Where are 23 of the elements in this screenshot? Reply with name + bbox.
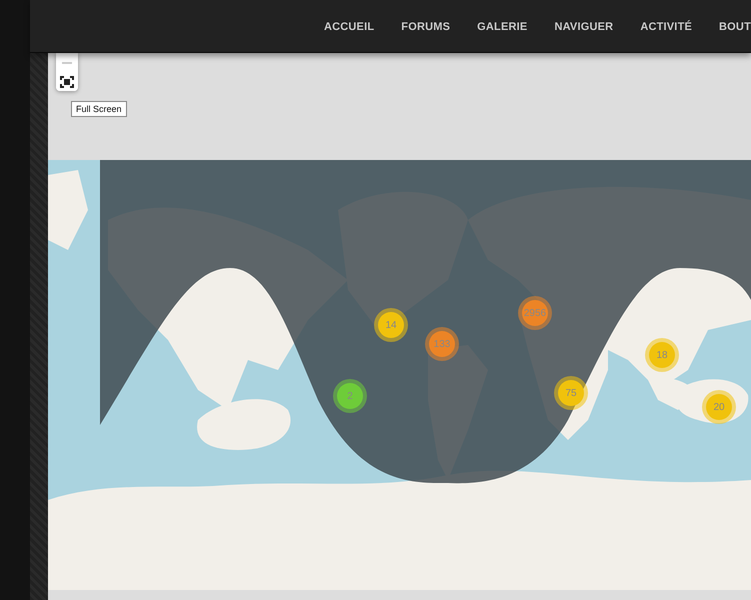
cluster-marker[interactable]: 2956: [518, 296, 552, 330]
nav-link[interactable]: BOUT: [719, 21, 751, 33]
cluster-count: 14: [385, 320, 397, 330]
cluster-marker[interactable]: 14: [374, 308, 408, 342]
cluster-marker[interactable]: 18: [645, 338, 679, 372]
cluster-marker[interactable]: 2: [333, 379, 367, 413]
nav-link[interactable]: GALERIE: [477, 21, 528, 33]
nav-link[interactable]: FORUMS: [401, 21, 450, 33]
cluster-count: 2956: [524, 308, 546, 318]
cluster-count: 75: [565, 388, 577, 398]
nav-link[interactable]: NAVIGUER: [554, 21, 614, 33]
cluster-marker[interactable]: 20: [702, 390, 736, 424]
cluster-marker[interactable]: 75: [554, 376, 588, 410]
nav-link[interactable]: ACCUEIL: [324, 21, 374, 33]
fullscreen-icon: [60, 76, 74, 88]
cluster-count: 133: [434, 338, 450, 350]
tooltip: Full Screen: [71, 101, 127, 117]
cluster-count: 20: [713, 402, 725, 412]
nav-link[interactable]: ACTIVITÉ: [640, 21, 692, 33]
cluster-marker[interactable]: 133: [425, 327, 459, 361]
full-screen-button[interactable]: [56, 72, 78, 91]
cluster-count: 2: [347, 390, 353, 402]
cluster-count: 18: [656, 350, 668, 360]
